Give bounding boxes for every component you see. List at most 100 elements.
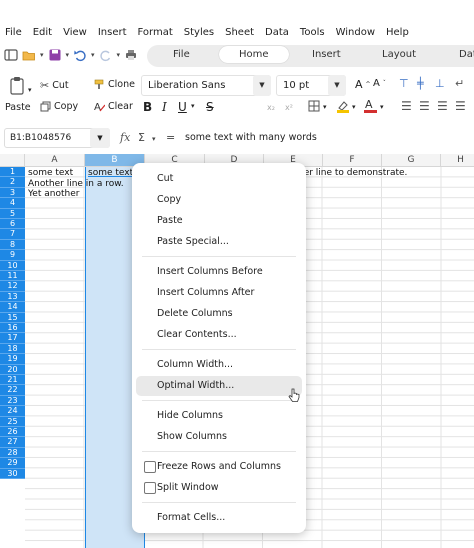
row-header[interactable]: 23 xyxy=(0,395,25,407)
copy-button[interactable]: Copy xyxy=(40,101,78,112)
shrink-font-icon[interactable]: Aˇ xyxy=(373,78,386,89)
sum-icon[interactable]: Σ xyxy=(138,131,145,144)
menu-edit[interactable]: Edit xyxy=(33,27,52,38)
paste-dropdown-icon[interactable]: ▾ xyxy=(28,86,32,94)
align-middle-icon[interactable]: ╪ xyxy=(417,77,424,90)
font-color-dropdown-icon[interactable]: ▾ xyxy=(380,103,384,111)
menu-item-copy[interactable]: Copy xyxy=(136,190,302,210)
formula-equals-icon[interactable]: = xyxy=(166,131,175,144)
clear-button[interactable]: A Clear xyxy=(94,101,133,112)
select-all-corner[interactable] xyxy=(0,154,25,167)
tab-insert[interactable]: Insert xyxy=(312,49,341,60)
row-header[interactable]: 29 xyxy=(0,458,25,469)
save-dropdown-icon[interactable]: ▾ xyxy=(66,51,70,59)
tab-data[interactable]: Dat xyxy=(459,49,474,60)
underline-button[interactable]: U xyxy=(178,100,187,114)
row-header[interactable]: 12 xyxy=(0,281,25,292)
menu-item-delete-columns[interactable]: Delete Columns xyxy=(136,304,302,324)
tab-layout[interactable]: Layout xyxy=(382,49,416,60)
tab-home[interactable]: Home xyxy=(219,46,289,63)
cell-b1[interactable]: some text xyxy=(88,168,133,178)
undo-dropdown-icon[interactable]: ▾ xyxy=(91,51,95,59)
font-name-dropdown-icon[interactable]: ▼ xyxy=(253,75,271,96)
paste-button[interactable] xyxy=(8,76,26,96)
column-header-h[interactable]: H xyxy=(441,154,474,167)
open-folder-icon[interactable] xyxy=(22,48,36,62)
menu-item-column-width[interactable]: Column Width... xyxy=(136,355,302,375)
align-left-icon[interactable]: ☰ xyxy=(401,99,412,113)
borders-dropdown-icon[interactable]: ▾ xyxy=(323,103,327,111)
row-header[interactable]: 24 xyxy=(0,406,25,417)
menu-item-optimal-width[interactable]: Optimal Width... xyxy=(136,376,302,396)
font-name-box[interactable]: Liberation Sans xyxy=(141,75,271,96)
menu-help[interactable]: Help xyxy=(386,27,409,38)
menu-item-split-window[interactable]: Split Window xyxy=(136,478,302,498)
highlight-dropdown-icon[interactable]: ▾ xyxy=(352,103,356,111)
menu-item-insert-columns-before[interactable]: Insert Columns Before xyxy=(136,262,302,282)
save-icon[interactable] xyxy=(48,48,62,62)
menu-item-paste[interactable]: Paste xyxy=(136,211,302,231)
row-header[interactable]: 13 xyxy=(0,291,25,303)
underline-dropdown-icon[interactable]: ▾ xyxy=(191,102,195,110)
menu-tools[interactable]: Tools xyxy=(300,27,325,38)
row-header[interactable]: 27 xyxy=(0,437,25,448)
menu-data[interactable]: Data xyxy=(265,27,289,38)
split-window-checkbox[interactable] xyxy=(144,482,156,494)
row-header[interactable]: 1 xyxy=(0,167,25,178)
redo-icon[interactable] xyxy=(99,48,113,62)
cell-a2[interactable]: Another line in a row. xyxy=(28,179,124,189)
align-top-icon[interactable]: ⊤ xyxy=(399,77,409,90)
grow-font-icon[interactable]: A ^ xyxy=(355,78,371,91)
row-header[interactable]: 20 xyxy=(0,364,25,375)
row-header[interactable]: 5 xyxy=(0,208,25,219)
sidebar-toggle-icon[interactable] xyxy=(4,48,18,62)
tab-file[interactable]: File xyxy=(173,49,190,60)
wrap-text-icon[interactable]: ↵ xyxy=(455,77,464,90)
freeze-checkbox[interactable] xyxy=(144,461,156,473)
menu-item-freeze-rows-columns[interactable]: Freeze Rows and Columns xyxy=(136,457,302,477)
name-box-dropdown-icon[interactable]: ▼ xyxy=(90,128,110,148)
formula-input[interactable]: some text with many words xyxy=(185,132,317,143)
subscript-icon[interactable]: x₂ xyxy=(267,103,275,112)
superscript-icon[interactable]: x² xyxy=(285,103,293,112)
strikethrough-button[interactable]: S xyxy=(206,100,214,114)
menu-styles[interactable]: Styles xyxy=(184,27,214,38)
row-header[interactable]: 17 xyxy=(0,333,25,344)
italic-button[interactable]: I xyxy=(162,100,167,114)
align-justify-icon[interactable]: ☰ xyxy=(455,99,466,113)
menu-item-show-columns[interactable]: Show Columns xyxy=(136,427,302,447)
menu-file[interactable]: File xyxy=(5,27,22,38)
row-header[interactable]: 9 xyxy=(0,250,25,261)
cell-a1[interactable]: some text xyxy=(28,168,73,178)
column-header-g[interactable]: G xyxy=(382,154,441,167)
row-header[interactable]: 30 xyxy=(0,468,25,479)
column-header-a[interactable]: A xyxy=(25,154,85,167)
function-wizard-icon[interactable]: fx xyxy=(120,131,130,144)
row-header[interactable]: 25 xyxy=(0,416,25,427)
bold-button[interactable]: B xyxy=(143,100,152,114)
open-dropdown-icon[interactable]: ▾ xyxy=(40,51,44,59)
row-header[interactable]: 14 xyxy=(0,302,25,313)
menu-item-hide-columns[interactable]: Hide Columns xyxy=(136,406,302,426)
align-right-icon[interactable]: ☰ xyxy=(437,99,448,113)
menu-item-paste-special[interactable]: Paste Special... xyxy=(136,232,302,252)
menu-view[interactable]: View xyxy=(63,27,87,38)
undo-icon[interactable] xyxy=(73,48,87,62)
row-header[interactable]: 7 xyxy=(0,229,25,240)
menu-item-clear-contents[interactable]: Clear Contents... xyxy=(136,325,302,345)
row-header[interactable]: 10 xyxy=(0,260,25,271)
redo-dropdown-icon[interactable]: ▾ xyxy=(117,51,121,59)
row-header[interactable]: 15 xyxy=(0,312,25,323)
row-header[interactable]: 3 xyxy=(0,187,25,199)
row-header[interactable]: 8 xyxy=(0,239,25,251)
menu-item-format-cells[interactable]: Format Cells... xyxy=(136,508,302,528)
highlight-color-icon[interactable] xyxy=(336,100,350,113)
borders-icon[interactable] xyxy=(308,100,320,112)
print-icon[interactable] xyxy=(124,48,138,62)
row-header[interactable]: 16 xyxy=(0,323,25,334)
font-color-icon[interactable]: A xyxy=(364,98,377,113)
menu-window[interactable]: Window xyxy=(336,27,375,38)
row-header[interactable]: 21 xyxy=(0,375,25,386)
menu-sheet[interactable]: Sheet xyxy=(225,27,254,38)
align-bottom-icon[interactable]: ⊥ xyxy=(435,77,445,90)
